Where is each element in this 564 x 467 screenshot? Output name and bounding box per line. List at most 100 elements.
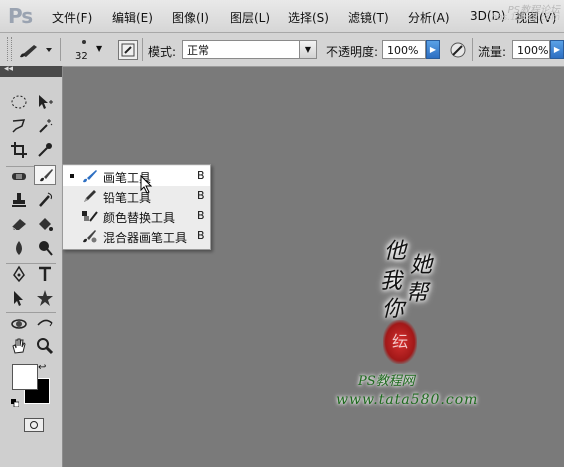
flyout-shortcut: B (197, 209, 205, 222)
pencil-icon (84, 190, 96, 202)
quick-mask-icon (30, 421, 38, 429)
options-bar: 32 ▼ 模式: 正常 ▼ 不透明度: 100% ▶ 流量: 100% ▶ (0, 33, 564, 67)
flyout-shortcut: B (197, 169, 205, 182)
blur-drop-icon (16, 241, 22, 255)
clone-stamp-tool[interactable] (8, 190, 30, 210)
3d-orbit-tool[interactable] (34, 314, 56, 334)
photoshop-logo: Ps (8, 4, 33, 28)
blur-tool[interactable] (8, 238, 30, 258)
menu-filter[interactable]: 滤镜(T) (348, 9, 389, 26)
menu-bar: Ps 文件(F) 编辑(E) 图像(I) 图层(L) 选择(S) 滤镜(T) 分… (0, 0, 564, 33)
eyedropper-tool[interactable] (34, 140, 56, 160)
swap-colors-icon[interactable]: ↩ (38, 362, 46, 373)
zoom-tool[interactable] (34, 336, 56, 356)
3d-rotate-tool[interactable] (8, 314, 30, 334)
opacity-slider-button[interactable]: ▶ (426, 40, 440, 59)
history-brush-tool[interactable] (34, 190, 56, 210)
flyout-item-pencil[interactable]: 铅笔工具 B (63, 186, 210, 206)
menu-edit[interactable]: 编辑(E) (112, 9, 153, 26)
mixer-brush-icon (83, 230, 97, 243)
collapse-icon: ◂◂ (4, 64, 14, 74)
site-watermark-url: www.tata580.com (336, 392, 479, 408)
options-grip[interactable] (7, 37, 12, 61)
bandage-icon (12, 173, 26, 180)
crop-tool[interactable] (8, 140, 30, 160)
pen-tool[interactable] (8, 264, 30, 284)
menu-image[interactable]: 图像(I) (172, 9, 209, 26)
brush-picker[interactable]: 32 ▼ (66, 36, 106, 63)
forum-watermark-url: bbs.16xx8.com (491, 13, 560, 23)
eyedropper-icon (38, 143, 52, 157)
separator (472, 38, 473, 61)
3d-orbit-icon (37, 319, 53, 327)
mode-label: 模式: (148, 45, 177, 59)
separator (6, 312, 56, 313)
type-tool[interactable] (34, 264, 56, 284)
flow-input[interactable]: 100% (512, 40, 550, 59)
chevron-down-icon: ▼ (96, 44, 103, 53)
lasso-icon (12, 119, 26, 133)
path-selection-tool[interactable] (8, 288, 30, 308)
flyout-item-mixer-brush[interactable]: 混合器画笔工具 B (63, 226, 210, 246)
hand-icon (12, 338, 26, 354)
flow-label: 流量: (478, 45, 507, 59)
mode-select[interactable]: 正常 ▼ (182, 40, 317, 59)
dodge-tool[interactable] (34, 238, 56, 258)
brush-tool[interactable] (34, 165, 56, 185)
calligraphy-char: 帮 (406, 281, 429, 306)
default-colors-icon[interactable] (11, 396, 20, 408)
menu-layer[interactable]: 图层(L) (230, 9, 270, 26)
brush-tip-icon (82, 40, 86, 44)
paint-bucket-icon (39, 218, 53, 231)
flyout-item-color-replacement[interactable]: 颜色替换工具 B (63, 206, 210, 226)
brush-panel-icon (121, 43, 135, 57)
brush-size-value: 32 (75, 51, 88, 62)
move-icon (39, 95, 53, 109)
site-watermark-title: PS教程网 (358, 374, 415, 389)
quick-mask-button[interactable] (24, 418, 44, 432)
path-selection-icon (14, 291, 23, 306)
mode-value: 正常 (187, 44, 209, 57)
color-replacement-icon (82, 211, 98, 222)
lasso-tool[interactable] (8, 116, 30, 136)
custom-shape-tool[interactable] (34, 288, 56, 308)
brush-panel-toggle-button[interactable] (118, 40, 138, 60)
tool-preset-picker[interactable] (16, 38, 56, 60)
hand-tool[interactable] (8, 336, 30, 356)
marquee-tool[interactable] (8, 92, 30, 112)
brush-tools-flyout: 画笔工具 B 铅笔工具 B 颜色替换工具 B 混合器画笔工具 B (62, 164, 211, 250)
calligraphy-char: 他 (384, 239, 407, 264)
flyout-label: 混合器画笔工具 (103, 231, 188, 245)
dodge-icon (39, 241, 53, 256)
magic-wand-tool[interactable] (34, 116, 56, 136)
menu-select[interactable]: 选择(S) (288, 9, 329, 26)
healing-brush-tool[interactable] (8, 166, 30, 186)
paint-bucket-tool[interactable] (34, 214, 56, 234)
flow-slider-button[interactable]: ▶ (550, 40, 564, 59)
history-brush-icon (39, 192, 53, 207)
menu-analysis[interactable]: 分析(A) (408, 9, 450, 26)
flow-value: 100% (517, 44, 549, 57)
pen-icon (13, 265, 25, 283)
stamp-icon (12, 193, 26, 207)
calligraphy-char: 你 (382, 297, 405, 322)
brush-icon (20, 45, 52, 58)
tools-panel-header[interactable]: ◂◂ (0, 64, 62, 77)
separator (142, 38, 143, 61)
airbrush-toggle[interactable] (448, 40, 468, 60)
flyout-item-brush[interactable]: 画笔工具 B (63, 166, 210, 186)
opacity-value: 100% (387, 44, 419, 57)
brush-icon (83, 170, 97, 183)
flyout-shortcut: B (197, 229, 205, 242)
opacity-input[interactable]: 100% (382, 40, 426, 59)
elliptical-marquee-icon (11, 95, 27, 109)
airbrush-icon (450, 42, 466, 58)
selected-bullet-icon (70, 174, 74, 178)
move-tool[interactable] (34, 92, 56, 112)
zoom-icon (37, 338, 54, 355)
menu-file[interactable]: 文件(F) (52, 9, 92, 26)
opacity-label: 不透明度: (326, 45, 379, 59)
foreground-color-swatch[interactable] (12, 364, 38, 390)
separator (60, 38, 61, 61)
eraser-tool[interactable] (8, 214, 30, 234)
